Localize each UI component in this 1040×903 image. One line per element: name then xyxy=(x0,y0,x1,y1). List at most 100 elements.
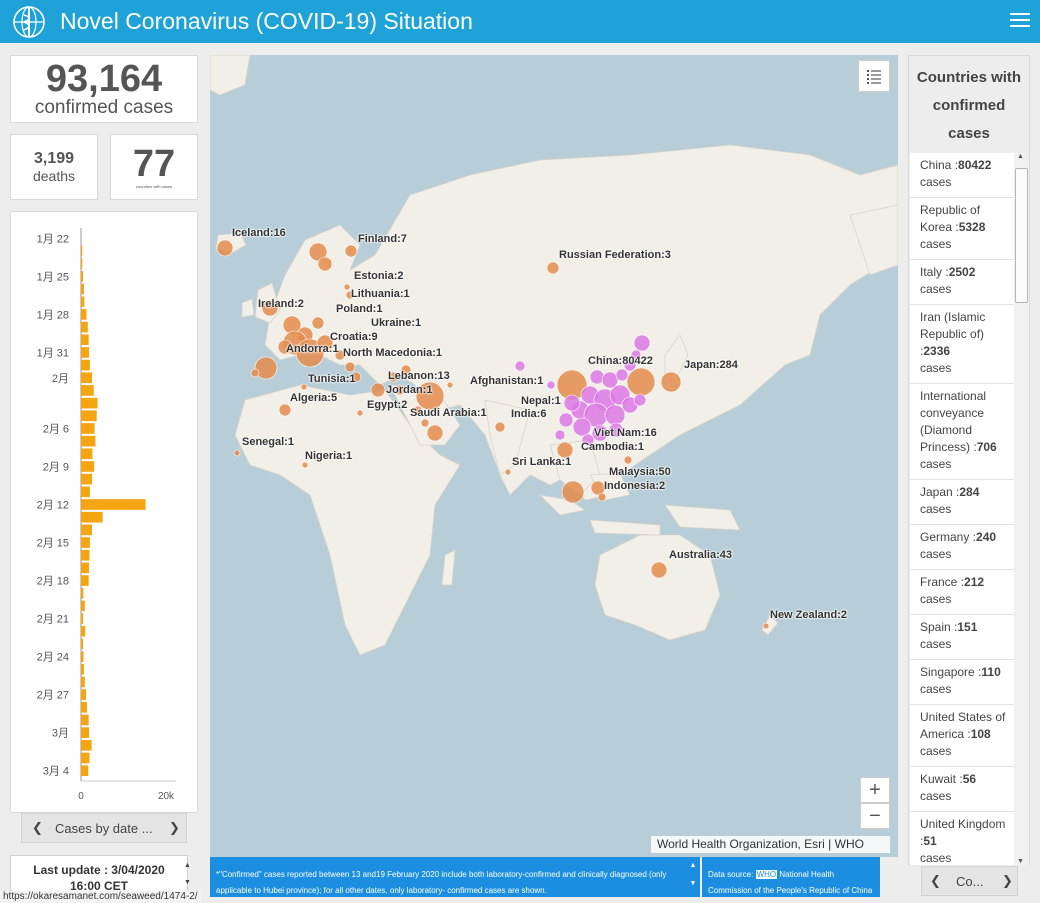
chart-bar[interactable] xyxy=(81,359,90,371)
last-update-date: Last update : 3/04/2020 xyxy=(33,863,165,877)
country-count: 80422 xyxy=(958,158,992,172)
chart-bar[interactable] xyxy=(81,689,87,700)
countries-count-label: countries with cases xyxy=(135,184,172,189)
chart-bar[interactable] xyxy=(81,562,90,574)
chart-bar[interactable] xyxy=(81,600,85,612)
country-list-item[interactable]: Republic of Korea :5328 cases xyxy=(910,198,1014,260)
chart-bar[interactable] xyxy=(81,511,103,523)
zoom-in-button[interactable]: + xyxy=(860,777,890,803)
scroll-up-icon[interactable]: ▲ xyxy=(1017,153,1024,160)
chart-bar[interactable] xyxy=(81,676,85,688)
country-list-item[interactable]: Spain :151 cases xyxy=(910,615,1014,660)
chart-bar[interactable] xyxy=(81,701,87,713)
country-list-item[interactable]: China :80422 cases xyxy=(910,153,1014,198)
chart-bar[interactable] xyxy=(81,372,93,384)
chart-bar[interactable] xyxy=(81,410,97,422)
chart-bar[interactable] xyxy=(81,651,84,662)
page-title: Novel Coronavirus (COVID-19) Situation xyxy=(60,8,473,34)
country-list-scroll-thumb[interactable] xyxy=(1015,168,1028,303)
chart-bar[interactable] xyxy=(81,283,84,295)
map-label-nigeria: Nigeria:1 xyxy=(305,450,353,462)
chart-bar[interactable] xyxy=(81,625,86,637)
chart-tick-label: 2月 9 xyxy=(43,461,69,473)
scroll-down-icon[interactable]: ▼ xyxy=(1017,858,1024,865)
chart-bar[interactable] xyxy=(81,727,90,738)
chart-bar[interactable] xyxy=(81,765,89,776)
country-list-item[interactable]: International conveyance (Diamond Prince… xyxy=(910,384,1014,480)
chart-bar[interactable] xyxy=(81,524,93,536)
data-source-note: Data source: WHO National Health Commiss… xyxy=(702,857,880,897)
chevron-right-icon[interactable]: ❯ xyxy=(1002,873,1013,889)
deaths-panel: 3,199 deaths xyxy=(10,134,98,200)
chart-bar[interactable] xyxy=(81,461,95,472)
zoom-out-button[interactable]: − xyxy=(860,803,890,829)
chart-bar[interactable] xyxy=(81,549,90,561)
country-count: 212 xyxy=(964,575,985,589)
chart-tick-label: 2月 12 xyxy=(37,500,69,512)
chart-bar[interactable] xyxy=(81,587,84,599)
chart-tick-label: 2月 24 xyxy=(37,652,69,664)
map-label-afghanistan: Afghanistan:1 xyxy=(470,375,544,387)
hamburger-menu-icon[interactable] xyxy=(1010,10,1030,30)
chart-pager-label: Cases by date ... xyxy=(55,821,153,836)
chart-bar[interactable] xyxy=(81,271,84,282)
update-scroll-arrows[interactable]: ▲ ▼ xyxy=(184,857,194,891)
map-label-ireland: Ireland:2 xyxy=(258,298,304,310)
chart-tick-label: 2月 18 xyxy=(37,576,69,588)
chart-tick-label: 2月 6 xyxy=(43,423,69,435)
chart-bar[interactable] xyxy=(81,245,83,257)
chart-bar[interactable] xyxy=(81,296,85,308)
chart-bar[interactable] xyxy=(81,575,89,586)
chart-bar[interactable] xyxy=(81,537,90,548)
chart-bar[interactable] xyxy=(81,423,95,434)
note-scroll-arrows[interactable]: ▲ ▼ xyxy=(686,857,700,897)
chevron-right-icon[interactable]: ❯ xyxy=(169,820,180,836)
chart-tick-label: 3月 4 xyxy=(43,766,69,778)
chart-bar[interactable] xyxy=(81,486,90,498)
map-label-algeria: Algeria:5 xyxy=(290,392,338,404)
chart-bar[interactable] xyxy=(81,714,89,726)
map-label-ukraine: Ukraine:1 xyxy=(371,317,422,329)
country-list[interactable]: China :80422 cases Republic of Korea :5328… xyxy=(910,153,1014,865)
country-list-item[interactable]: Germany :240 cases xyxy=(910,525,1014,570)
chart-bar[interactable] xyxy=(81,321,88,333)
countries-count-value: 77 xyxy=(132,143,176,185)
country-list-item[interactable]: Japan :284 cases xyxy=(910,480,1014,525)
chart-tick-label: 2月 xyxy=(52,373,69,385)
chart-bar[interactable] xyxy=(81,752,90,764)
chart-bar[interactable] xyxy=(81,613,84,624)
legend-list-button[interactable] xyxy=(858,60,890,92)
country-list-item[interactable]: Italy :2502 cases xyxy=(910,260,1014,305)
chevron-left-icon[interactable]: ❮ xyxy=(32,820,43,836)
chart-bar[interactable] xyxy=(81,638,84,650)
country-count: 110 xyxy=(981,665,1001,679)
chart-bar[interactable] xyxy=(81,397,98,409)
chart-bar[interactable] xyxy=(81,739,92,751)
country-list-item[interactable]: United Kingdom :51 cases xyxy=(910,812,1014,865)
map-attribution: World Health Organization, Esri | WHO xyxy=(651,836,890,853)
map-label-india: India:6 xyxy=(511,408,547,420)
country-list-item[interactable]: United States of America :108 cases xyxy=(910,705,1014,767)
map-label-estonia: Estonia:2 xyxy=(354,270,404,282)
who-logo-icon xyxy=(13,6,45,38)
chart-bar[interactable] xyxy=(81,347,90,358)
chart-bar[interactable] xyxy=(81,473,93,485)
chart-bar[interactable] xyxy=(81,258,83,270)
chart-bar[interactable] xyxy=(81,334,89,346)
country-list-item[interactable]: Kuwait :56 cases xyxy=(910,767,1014,812)
country-list-item[interactable]: Singapore :110 cases xyxy=(910,660,1014,705)
country-list-item[interactable]: Iran (Islamic Republic of) :2336 cases xyxy=(910,305,1014,384)
world-map[interactable]: Iceland:16 Finland:7 Estonia:2 Lithuania… xyxy=(210,55,898,857)
data-source-who-link[interactable]: WHO xyxy=(755,870,778,879)
chart-bar[interactable] xyxy=(81,435,96,447)
countries-panel-title: Countries with confirmed cases xyxy=(916,69,1022,142)
confirmed-cases-note-text: *"Confirmed" cases reported between 13 a… xyxy=(216,870,667,895)
country-list-item[interactable]: France :212 cases xyxy=(910,570,1014,615)
chart-bar[interactable] xyxy=(81,499,146,510)
chart-bar[interactable] xyxy=(81,663,84,675)
chart-bar[interactable] xyxy=(81,385,94,396)
chart-bar[interactable] xyxy=(81,448,93,460)
status-url: https://okaresamanet.com/seaweed/1474-2/ xyxy=(0,891,201,903)
chart-bar[interactable] xyxy=(81,309,87,320)
chevron-left-icon[interactable]: ❮ xyxy=(930,873,941,889)
